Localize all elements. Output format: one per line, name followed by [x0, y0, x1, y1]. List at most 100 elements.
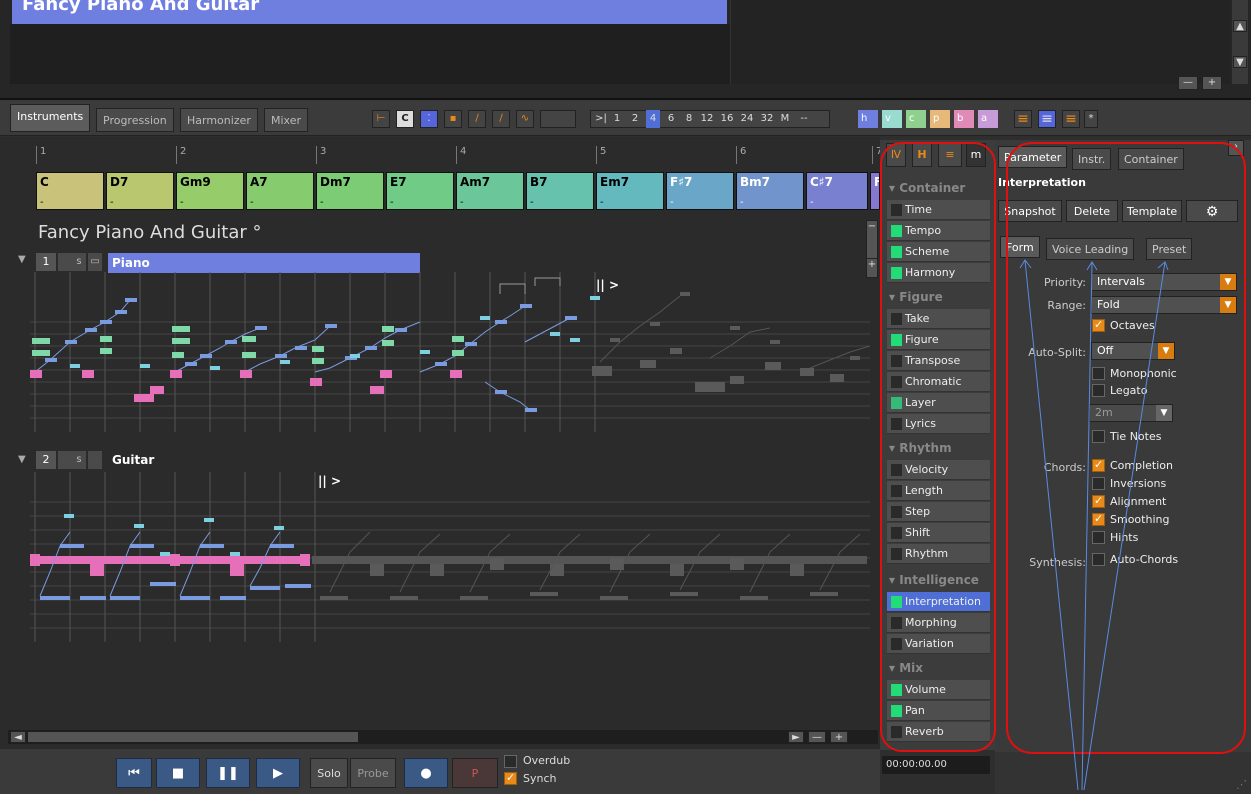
- chord-block[interactable]: Bm7 -: [736, 172, 804, 210]
- ruler-bar: 2: [176, 146, 186, 164]
- chord-dash: -: [40, 197, 44, 208]
- scrollbar-thumb[interactable]: [28, 732, 358, 742]
- select-tool-icon[interactable]: ⁚: [420, 110, 438, 128]
- view-lines-icon[interactable]: ≡: [1014, 110, 1032, 128]
- arrangement-clip[interactable]: Fancy Piano And Guitar: [12, 0, 727, 24]
- view-stack-icon[interactable]: ≡: [1062, 110, 1080, 128]
- color-button-v[interactable]: v: [882, 110, 902, 128]
- tab-instruments[interactable]: Instruments: [10, 104, 91, 132]
- record-icon[interactable]: ●: [404, 758, 448, 788]
- tab-harmonizer[interactable]: Harmonizer: [180, 108, 258, 132]
- color-button-b[interactable]: b: [954, 110, 974, 128]
- track-number: 2: [36, 451, 56, 469]
- resize-grip-icon[interactable]: ⋰: [1236, 778, 1247, 791]
- chord-block[interactable]: Gm9 -: [176, 172, 244, 210]
- grid-value[interactable]: M: [778, 110, 792, 128]
- overdub-label: Overdub: [523, 754, 571, 767]
- point-tool-icon[interactable]: ▪: [444, 110, 462, 128]
- instrument-icon[interactable]: [88, 451, 102, 469]
- zoom-in-button[interactable]: +: [830, 731, 848, 743]
- stop-icon[interactable]: ■: [156, 758, 200, 788]
- chord-block[interactable]: Am7 -: [456, 172, 524, 210]
- zoom-out-button[interactable]: —: [808, 731, 826, 743]
- grid-value[interactable]: 2: [628, 110, 642, 128]
- scroll-left-icon[interactable]: ◄: [10, 731, 26, 743]
- grid-value[interactable]: 12: [698, 110, 716, 128]
- keyboard-icon[interactable]: ▭: [88, 253, 102, 271]
- piano-roll-track-1[interactable]: [30, 272, 870, 452]
- collapse-button[interactable]: −: [866, 220, 878, 260]
- color-button-a[interactable]: a: [978, 110, 998, 128]
- grid-value[interactable]: 24: [738, 110, 756, 128]
- scroll-down-icon[interactable]: ▼: [1233, 56, 1247, 68]
- probe-button[interactable]: Probe: [350, 758, 396, 788]
- tab-progression[interactable]: Progression: [96, 108, 174, 132]
- loop-range-icon[interactable]: ⊢: [372, 110, 390, 128]
- grid-value[interactable]: 16: [718, 110, 736, 128]
- curve-tool-icon[interactable]: ∿: [516, 110, 534, 128]
- chord-block[interactable]: B7 -: [526, 172, 594, 210]
- bar-ruler[interactable]: 1 2 3 4 5 6 7: [30, 146, 882, 164]
- chord-block[interactable]: C♯7 -: [806, 172, 868, 210]
- chord-name: Gm9: [180, 175, 211, 189]
- piano-roll-track-2[interactable]: [30, 472, 870, 642]
- collapse-track-icon[interactable]: ▼: [18, 254, 30, 270]
- grid-value[interactable]: >|: [592, 110, 610, 128]
- horizontal-scrollbar[interactable]: ◄ ► — +: [8, 730, 878, 744]
- view-bars-icon[interactable]: ≡: [1038, 110, 1056, 128]
- timecode-display: 00:00:00.00: [882, 756, 990, 774]
- track-name[interactable]: Guitar: [112, 451, 154, 471]
- grid-value[interactable]: 32: [758, 110, 776, 128]
- track-marker[interactable]: || >: [596, 278, 619, 292]
- color-button-h[interactable]: h: [858, 110, 878, 128]
- collapse-track-icon[interactable]: ▼: [18, 454, 30, 470]
- grid-value[interactable]: --: [796, 110, 812, 128]
- arrangement-vertical-scrollbar[interactable]: ▲ ▼: [1232, 0, 1248, 84]
- annotation-circle: [880, 142, 996, 752]
- grid-value-selected[interactable]: 4: [646, 110, 660, 128]
- color-button-c[interactable]: c: [906, 110, 926, 128]
- skip-back-icon[interactable]: ⏮: [116, 758, 152, 788]
- tab-mixer[interactable]: Mixer: [264, 108, 309, 132]
- chord-block[interactable]: F: [870, 172, 880, 210]
- solo-button[interactable]: s: [72, 253, 86, 271]
- c-button[interactable]: C: [396, 110, 414, 128]
- song-title[interactable]: Fancy Piano And Guitar °: [38, 222, 261, 243]
- zoom-in-button[interactable]: +: [1202, 76, 1222, 90]
- track-marker[interactable]: || >: [318, 474, 341, 488]
- zoom-out-button[interactable]: —: [1178, 76, 1198, 90]
- p-button[interactable]: P: [452, 758, 498, 788]
- grid-value[interactable]: 1: [610, 110, 624, 128]
- chord-block[interactable]: A7 -: [246, 172, 314, 210]
- star-button[interactable]: *: [1084, 110, 1098, 128]
- chord-block[interactable]: Em7 -: [596, 172, 664, 210]
- mute-button[interactable]: [58, 253, 72, 271]
- chord-block[interactable]: D7 -: [106, 172, 174, 210]
- mute-button[interactable]: [58, 451, 72, 469]
- scroll-up-icon[interactable]: ▲: [1233, 20, 1247, 32]
- overdub-checkbox[interactable]: [504, 755, 517, 768]
- chord-dash: -: [320, 197, 324, 208]
- pencil-tool-icon[interactable]: ∕: [492, 110, 510, 128]
- chord-dash: -: [250, 197, 254, 208]
- play-icon[interactable]: ▶: [256, 758, 300, 788]
- chord-name: B7: [530, 175, 548, 189]
- grid-value[interactable]: 6: [664, 110, 678, 128]
- solo-button[interactable]: s: [72, 451, 86, 469]
- chord-dash: -: [810, 197, 814, 208]
- scroll-right-icon[interactable]: ►: [788, 731, 804, 743]
- pause-icon[interactable]: ❚❚: [206, 758, 250, 788]
- synch-checkbox[interactable]: [504, 771, 517, 785]
- synch-label: Synch: [523, 772, 557, 785]
- chord-block[interactable]: F♯7 -: [666, 172, 734, 210]
- chord-block[interactable]: C-: [36, 172, 104, 210]
- track-name[interactable]: Piano: [108, 253, 420, 273]
- grid-value[interactable]: 8: [682, 110, 696, 128]
- chord-block[interactable]: Dm7 -: [316, 172, 384, 210]
- solo-button[interactable]: Solo: [310, 758, 348, 788]
- line-tool-icon[interactable]: ∕: [468, 110, 486, 128]
- chord-block[interactable]: E7 -: [386, 172, 454, 210]
- color-button-p[interactable]: p: [930, 110, 950, 128]
- arrangement-track-area[interactable]: [10, 24, 730, 84]
- arrangement-empty-area[interactable]: [730, 0, 1230, 84]
